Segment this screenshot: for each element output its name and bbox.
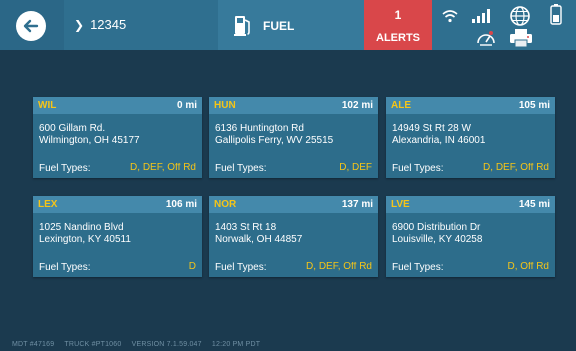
back-arrow-icon [16,11,46,41]
fuel-types-label: Fuel Types: [392,163,444,174]
fuel-types-label: Fuel Types: [392,262,444,273]
fuel-types-label: Fuel Types: [215,262,267,273]
signal-bars-icon [472,9,490,23]
fuel-types-label: Fuel Types: [39,262,91,273]
back-button[interactable] [0,0,64,50]
stop-code: WIL [38,100,57,111]
stop-code: LVE [391,199,410,210]
address-line-1: 600 Gillam Rd. [39,123,106,134]
fuel-types-label: Fuel Types: [39,163,91,174]
stop-address: 1025 Nandino Blvd Lexington, KY 40511 [39,222,131,246]
truck-selector[interactable]: ❯ 12345 [74,17,126,32]
address-line-2: Alexandria, IN 46001 [392,135,486,146]
address-line-2: Louisville, KY 40258 [392,234,483,245]
stop-distance: 0 mi [176,100,197,111]
fuel-types-value: D, DEF, Off Rd [130,163,196,173]
version-info: VERSION 7.1.59.047 [131,341,202,348]
fuel-types-value: D [188,262,196,272]
stop-code: NOR [214,199,237,210]
stop-code: LEX [38,199,58,210]
stop-address: 14949 St Rt 28 W Alexandria, IN 46001 [392,123,485,147]
address-line-1: 6136 Huntington Rd [215,123,304,134]
status-footer: MDT #47169 TRUCK #PT1060 VERSION 7.1.59.… [12,341,268,348]
alerts-button[interactable]: 1 ALERTS [364,0,432,50]
card-header: LEX 106 mi [33,196,202,213]
current-time: 12:20 PM PDT [211,341,261,348]
fuel-stop-card[interactable]: HUN 102 mi 6136 Huntington Rd Gallipolis… [209,97,378,178]
address-line-2: Norwalk, OH 44857 [215,234,303,245]
wifi-icon [442,10,458,23]
fuel-pump-icon [234,16,250,36]
printer-icon[interactable] [509,28,533,48]
address-line-1: 1403 St Rt 18 [215,222,277,233]
truck-number-footer: TRUCK #PT1060 [64,341,122,348]
address-line-2: Lexington, KY 40511 [39,234,131,245]
stop-address: 6136 Huntington Rd Gallipolis Ferry, WV … [215,123,333,147]
stop-distance: 106 mi [165,199,197,210]
stop-distance: 102 mi [341,100,373,111]
fuel-types-value: D, DEF, Off Rd [306,262,372,272]
gauge-icon [477,31,495,46]
fuel-stop-card[interactable]: LEX 106 mi 1025 Nandino Blvd Lexington, … [33,196,202,277]
fuel-types-value: D, Off Rd [507,262,550,272]
stop-code: HUN [214,100,236,111]
stop-address: 6900 Distribution Dr Louisville, KY 4025… [392,222,482,246]
mdt-number: MDT #47169 [12,341,55,348]
fuel-stop-card[interactable]: WIL 0 mi 600 Gillam Rd. Wilmington, OH 4… [33,97,202,178]
fuel-types-value: D, DEF, Off Rd [483,163,549,173]
truck-number: 12345 [90,17,127,32]
stop-address: 600 Gillam Rd. Wilmington, OH 45177 [39,123,140,147]
stop-address: 1403 St Rt 18 Norwalk, OH 44857 [215,222,302,246]
fuel-stop-card[interactable]: LVE 145 mi 6900 Distribution Dr Louisvil… [386,196,555,277]
alerts-label: ALERTS [376,32,420,44]
tab-fuel-label: FUEL [263,19,295,33]
card-header: NOR 137 mi [209,196,378,213]
top-bar: ❯ 12345 FUEL 1 ALERTS [0,0,576,50]
stop-distance: 137 mi [341,199,373,210]
card-header: WIL 0 mi [33,97,202,114]
fuel-stop-card[interactable]: ALE 105 mi 14949 St Rt 28 W Alexandria, … [386,97,555,178]
address-line-1: 1025 Nandino Blvd [39,222,124,233]
address-line-1: 6900 Distribution Dr [392,222,481,233]
alerts-count: 1 [394,8,402,22]
stop-distance: 145 mi [518,199,550,210]
address-line-1: 14949 St Rt 28 W [392,123,471,134]
card-header: LVE 145 mi [386,196,555,213]
tab-fuel[interactable]: FUEL [218,0,364,50]
address-line-2: Gallipolis Ferry, WV 25515 [215,135,334,146]
globe-icon[interactable] [509,5,531,27]
address-line-2: Wilmington, OH 45177 [39,135,140,146]
fuel-types-label: Fuel Types: [215,163,267,174]
fuel-stop-card[interactable]: NOR 137 mi 1403 St Rt 18 Norwalk, OH 448… [209,196,378,277]
card-header: HUN 102 mi [209,97,378,114]
status-icons [432,0,576,50]
stop-distance: 105 mi [518,100,550,111]
card-header: ALE 105 mi [386,97,555,114]
chevron-right-icon: ❯ [74,18,85,32]
battery-phone-icon [550,4,562,25]
fuel-types-value: D, DEF [339,163,372,173]
stop-code: ALE [391,100,411,111]
